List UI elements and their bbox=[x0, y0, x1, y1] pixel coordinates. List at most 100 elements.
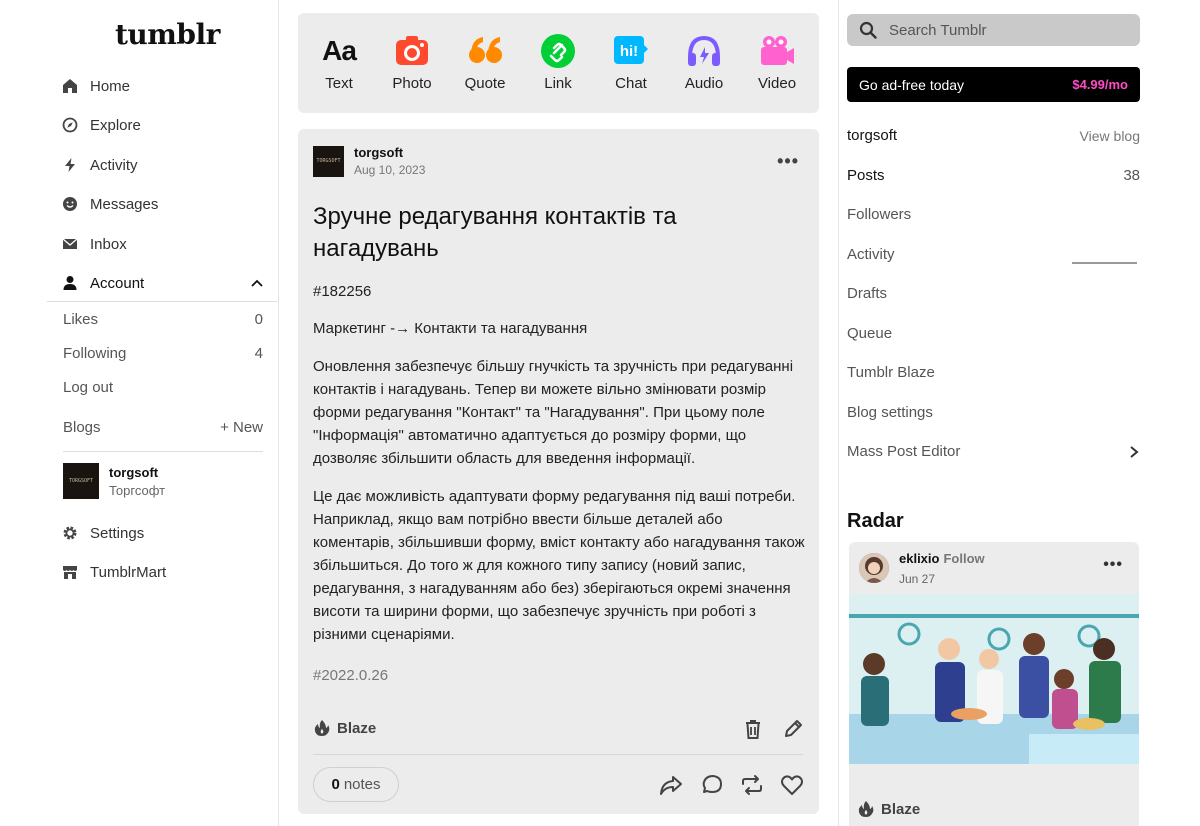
posts-count: 38 bbox=[1123, 167, 1140, 184]
reply-bubble-icon[interactable] bbox=[700, 773, 724, 797]
radar-post-date: Jun 27 bbox=[899, 572, 936, 586]
nav-inbox-label: Inbox bbox=[90, 235, 127, 253]
heart-icon[interactable] bbox=[780, 773, 804, 797]
ad-free-banner[interactable]: Go ad-free today $4.99/mo bbox=[847, 67, 1140, 102]
more-options-icon[interactable]: ••• bbox=[777, 151, 799, 172]
notes-label: notes bbox=[343, 776, 381, 793]
compass-icon bbox=[62, 117, 78, 133]
post-tag-link[interactable]: #2022.0.26 bbox=[313, 664, 807, 687]
radar-avatar[interactable] bbox=[859, 553, 889, 583]
account-following[interactable]: Following 4 bbox=[63, 345, 263, 362]
account-likes[interactable]: Likes 0 bbox=[63, 311, 263, 328]
radar-illustration-image[interactable] bbox=[849, 594, 1139, 764]
quote-icon bbox=[467, 33, 503, 69]
trash-icon[interactable] bbox=[743, 719, 763, 739]
account-toggle[interactable]: Account bbox=[47, 264, 277, 302]
home-icon bbox=[62, 78, 78, 94]
notes-count: 0 bbox=[331, 776, 340, 793]
logout-label: Log out bbox=[63, 379, 114, 396]
search-box[interactable] bbox=[847, 14, 1140, 46]
nav-messages[interactable]: Messages bbox=[62, 192, 158, 216]
envelope-icon bbox=[62, 236, 78, 252]
more-options-icon[interactable]: ••• bbox=[1103, 556, 1123, 574]
nav-settings-label: Settings bbox=[90, 524, 145, 542]
blog-name: torgsoft bbox=[109, 464, 159, 480]
sidebar-blog-header: torgsoft View blog bbox=[847, 127, 1140, 144]
share-icon[interactable] bbox=[659, 773, 683, 797]
follow-button[interactable]: Follow bbox=[943, 551, 984, 566]
person-icon bbox=[62, 275, 78, 291]
compose-text-button[interactable]: Aa Text bbox=[304, 33, 374, 92]
right-sidebar: Go ad-free today $4.99/mo torgsoft View … bbox=[838, 0, 1200, 826]
text-aa-icon: Aa bbox=[322, 35, 357, 66]
left-sidebar: tumblr Home Explore Activity Messages In… bbox=[0, 0, 279, 826]
view-blog-link[interactable]: View blog bbox=[1080, 128, 1140, 144]
ad-free-price: $4.99/mo bbox=[1072, 77, 1128, 92]
blog-list-item[interactable]: TORGSOFT torgsoft Торгсофт bbox=[63, 463, 165, 499]
nav-explore-label: Explore bbox=[90, 116, 141, 134]
blaze-button[interactable]: Blaze bbox=[313, 719, 376, 737]
lightning-icon bbox=[62, 157, 78, 173]
compose-chat-button[interactable]: hi! Chat bbox=[596, 33, 666, 92]
search-input[interactable] bbox=[889, 21, 1129, 39]
nav-home[interactable]: Home bbox=[62, 74, 130, 98]
svg-text:hi!: hi! bbox=[620, 43, 638, 60]
radar-blaze-button[interactable]: Blaze bbox=[857, 800, 920, 818]
notes-button[interactable]: 0 notes bbox=[313, 767, 399, 802]
following-count: 4 bbox=[254, 345, 263, 362]
compose-link-button[interactable]: Link bbox=[523, 33, 593, 92]
compose-quote-button[interactable]: Quote bbox=[450, 33, 520, 92]
sidebar-item-blog-settings[interactable]: Blog settings bbox=[847, 404, 1140, 421]
sidebar-item-activity[interactable]: Activity bbox=[847, 246, 1140, 263]
smiley-chat-icon bbox=[62, 196, 78, 212]
nav-activity[interactable]: Activity bbox=[62, 153, 138, 177]
nav-home-label: Home bbox=[90, 77, 131, 95]
post-composer-bar: Aa Text Photo Quote Link hi! Chat Audio bbox=[298, 13, 819, 113]
headphones-icon bbox=[686, 33, 722, 69]
sidebar-item-followers[interactable]: Followers bbox=[847, 206, 1140, 223]
post-date[interactable]: Aug 10, 2023 bbox=[354, 163, 425, 177]
post-title: Зручне редагування контактів та нагадува… bbox=[313, 203, 677, 262]
account-logout[interactable]: Log out bbox=[63, 379, 263, 396]
reblog-icon[interactable] bbox=[740, 773, 764, 797]
camera-icon bbox=[394, 33, 430, 69]
likes-label: Likes bbox=[63, 311, 99, 328]
post-path: Маркетинг -→ Контакти та нагадування bbox=[313, 320, 588, 337]
tumblr-logo[interactable]: tumblr bbox=[115, 18, 220, 51]
flame-icon bbox=[314, 720, 330, 736]
compose-video-button[interactable]: Video bbox=[742, 33, 812, 92]
nav-account-label: Account bbox=[90, 274, 145, 292]
radar-blog-name[interactable]: eklixio bbox=[899, 551, 939, 566]
post-blog-avatar[interactable]: TORGSOFT bbox=[313, 145, 344, 177]
post-id-tag: #182256 bbox=[313, 283, 372, 300]
blogs-label: Blogs bbox=[63, 419, 101, 436]
blog-avatar: TORGSOFT bbox=[63, 463, 99, 499]
nav-explore[interactable]: Explore bbox=[62, 113, 141, 137]
nav-inbox[interactable]: Inbox bbox=[62, 232, 127, 256]
sidebar-item-drafts[interactable]: Drafts bbox=[847, 285, 1140, 302]
nav-activity-label: Activity bbox=[90, 156, 138, 174]
new-blog-button[interactable]: + New bbox=[220, 419, 263, 436]
blogs-header: Blogs + New bbox=[63, 419, 263, 436]
post-card: TORGSOFT torgsoft Aug 10, 2023 ••• Зручн… bbox=[298, 129, 819, 814]
sidebar-item-posts[interactable]: Posts 38 bbox=[847, 167, 1140, 184]
post-paragraph-2: Це дає можливість адаптувати форму редаг… bbox=[313, 488, 805, 643]
compose-photo-button[interactable]: Photo bbox=[377, 33, 447, 92]
sidebar-item-mass-post-editor[interactable]: Mass Post Editor bbox=[847, 443, 1140, 460]
link-icon bbox=[540, 33, 576, 69]
sidebar-item-blaze[interactable]: Tumblr Blaze bbox=[847, 364, 1140, 381]
sidebar-item-queue[interactable]: Queue bbox=[847, 325, 1140, 342]
nav-tumblrmart[interactable]: TumblrMart bbox=[62, 560, 166, 584]
nav-settings[interactable]: Settings bbox=[62, 521, 144, 545]
compose-audio-button[interactable]: Audio bbox=[669, 33, 739, 92]
sidebar-blog-name[interactable]: torgsoft bbox=[847, 127, 897, 144]
chat-bubble-icon: hi! bbox=[613, 33, 649, 69]
chevron-up-icon[interactable] bbox=[251, 277, 263, 289]
radar-heading: Radar bbox=[847, 510, 904, 532]
nav-tumblrmart-label: TumblrMart bbox=[90, 563, 167, 581]
nav-messages-label: Messages bbox=[90, 195, 159, 213]
chevron-right-icon bbox=[1130, 445, 1139, 458]
post-blog-name[interactable]: torgsoft bbox=[354, 145, 425, 160]
pencil-icon[interactable] bbox=[783, 719, 803, 739]
nav-account[interactable]: Account bbox=[62, 271, 144, 295]
